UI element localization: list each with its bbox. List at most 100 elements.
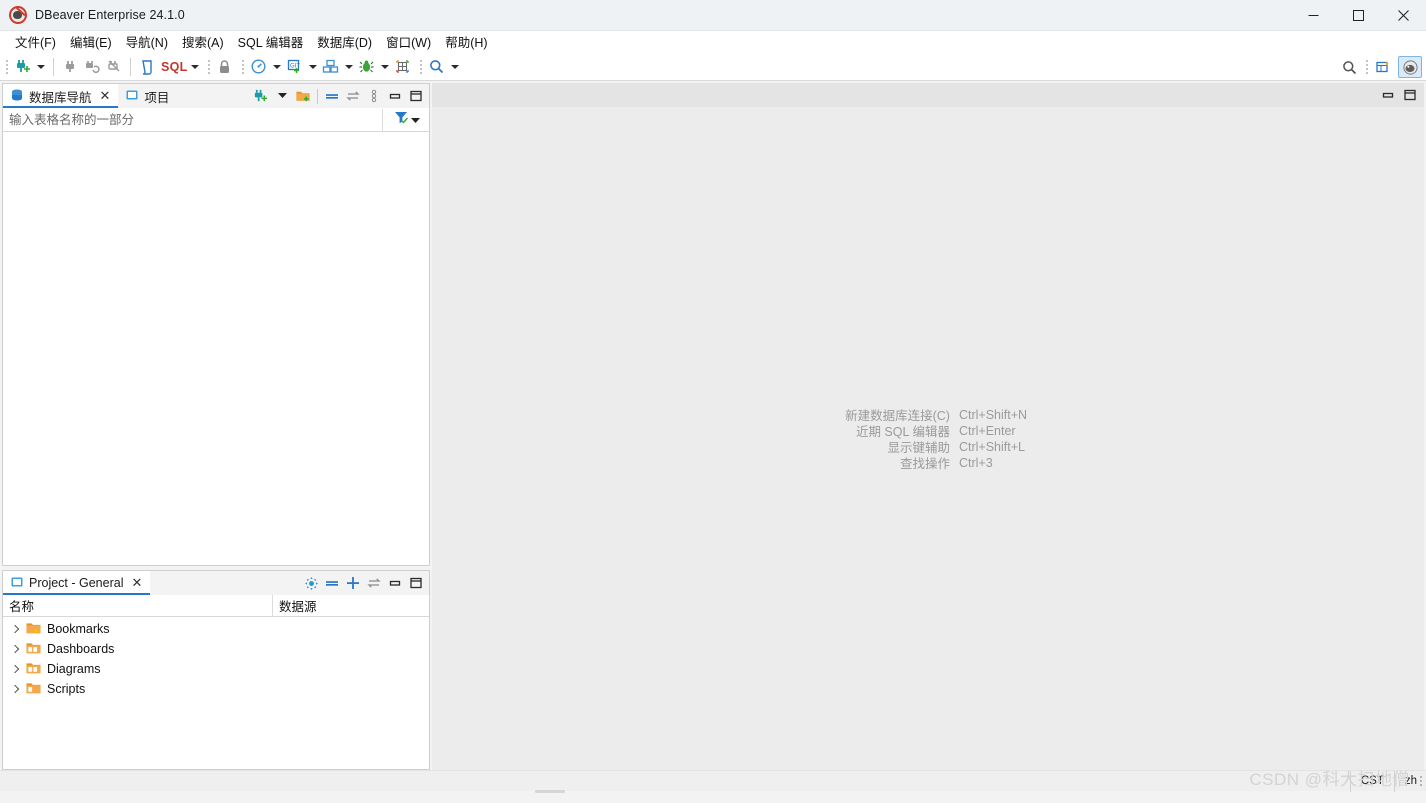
sql-editor-dropdown-icon[interactable] xyxy=(188,55,202,79)
menu-sql-editor[interactable]: SQL 编辑器 xyxy=(231,30,311,53)
navigator-view-toolbar xyxy=(251,84,429,108)
list-item[interactable]: Scripts xyxy=(3,679,429,699)
close-icon[interactable] xyxy=(1381,0,1426,31)
folder-script-icon xyxy=(26,681,41,698)
menu-edit[interactable]: 编辑(E) xyxy=(63,30,119,53)
status-language[interactable]: zh xyxy=(1394,771,1419,792)
close-icon[interactable]: ✕ xyxy=(131,577,142,590)
collapse-all-icon[interactable] xyxy=(322,85,342,107)
new-window-icon[interactable] xyxy=(1372,55,1394,79)
sql-editor-icon[interactable] xyxy=(136,55,158,79)
git-dropdown-icon[interactable] xyxy=(306,55,320,79)
view-menu-icon[interactable] xyxy=(364,85,384,107)
link-with-editor-icon[interactable] xyxy=(364,572,384,594)
status-overflow-icon[interactable] xyxy=(1419,771,1426,792)
navigator-filter-row xyxy=(3,108,429,132)
toolbar-separator xyxy=(317,89,318,104)
title-bar: DBeaver Enterprise 24.1.0 xyxy=(0,0,1426,31)
new-connection-icon[interactable] xyxy=(251,85,271,107)
new-folder-icon[interactable] xyxy=(293,85,313,107)
folder-diagram-icon xyxy=(26,661,41,678)
status-bar: CST zh CSDN @科大扫地僧 xyxy=(0,770,1426,791)
project-table-header: 名称 数据源 xyxy=(3,595,429,617)
toolbar-grip-5[interactable] xyxy=(1364,59,1370,75)
tab-projects[interactable]: 项目 xyxy=(118,84,177,108)
close-icon[interactable]: ✕ xyxy=(100,90,111,103)
expand-all-icon[interactable] xyxy=(343,572,363,594)
tab-project-general[interactable]: Project - General ✕ xyxy=(3,571,150,595)
search-input[interactable] xyxy=(3,109,383,131)
menu-navigate[interactable]: 导航(N) xyxy=(119,30,175,53)
shortcut-key: Ctrl+3 xyxy=(959,456,993,470)
menu-file[interactable]: 文件(F) xyxy=(8,30,63,53)
toolbar-grip[interactable] xyxy=(4,59,10,75)
new-connection-icon[interactable] xyxy=(12,55,34,79)
transaction-mode-dropdown-icon[interactable] xyxy=(270,55,284,79)
collapse-all-icon[interactable] xyxy=(322,572,342,594)
data-transfer-icon[interactable] xyxy=(392,55,414,79)
chevron-right-icon[interactable] xyxy=(11,645,20,654)
chevron-right-icon[interactable] xyxy=(11,625,20,634)
chevron-right-icon[interactable] xyxy=(11,685,20,694)
toolbar-grip-4[interactable] xyxy=(418,59,424,75)
sql-label: SQL xyxy=(161,60,188,74)
horizontal-scrollbar[interactable] xyxy=(535,790,565,793)
debug-dropdown-icon[interactable] xyxy=(378,55,392,79)
commit-lock-icon xyxy=(214,55,236,79)
maximize-icon[interactable] xyxy=(1336,0,1381,31)
tab-projects-label: 项目 xyxy=(144,87,169,106)
debug-icon[interactable] xyxy=(356,55,378,79)
maximize-icon[interactable] xyxy=(1400,84,1420,106)
user-avatar-button[interactable] xyxy=(1398,56,1422,78)
dbeaver-window: DBeaver Enterprise 24.1.0 文件(F) 编辑(E) 导航… xyxy=(0,0,1426,803)
tab-database-navigator[interactable]: 数据库导航 ✕ xyxy=(3,84,118,108)
filter-actions xyxy=(383,108,429,132)
global-search-icon[interactable] xyxy=(1338,55,1360,79)
toolbar-separator xyxy=(53,58,54,76)
toolbar-grip-2[interactable] xyxy=(206,59,212,75)
menu-window[interactable]: 窗口(W) xyxy=(379,30,438,53)
minimize-icon[interactable] xyxy=(1291,0,1336,31)
empty-editor-canvas: 新建数据库连接(C) Ctrl+Shift+N 近期 SQL 编辑器 Ctrl+… xyxy=(432,107,1424,770)
link-with-editor-icon[interactable] xyxy=(343,85,363,107)
list-item[interactable]: Diagrams xyxy=(3,659,429,679)
database-tasks-dropdown-icon[interactable] xyxy=(342,55,356,79)
git-icon[interactable]: GIT xyxy=(284,55,306,79)
column-name[interactable]: 名称 xyxy=(3,595,273,617)
menu-search[interactable]: 搜索(A) xyxy=(175,30,231,53)
maximize-icon[interactable] xyxy=(406,572,426,594)
minimize-icon[interactable] xyxy=(385,572,405,594)
list-item[interactable]: Dashboards xyxy=(3,639,429,659)
project-view-toolbar xyxy=(301,571,429,595)
configure-columns-icon[interactable] xyxy=(301,572,321,594)
shortcut-key: Ctrl+Enter xyxy=(959,424,1016,438)
minimize-icon[interactable] xyxy=(385,85,405,107)
project-tree[interactable]: Bookmarks Dashboards xyxy=(3,617,429,769)
minimize-icon[interactable] xyxy=(1378,84,1398,106)
maximize-icon[interactable] xyxy=(406,85,426,107)
new-connection-dropdown-icon[interactable] xyxy=(34,55,48,79)
project-tab-bar: Project - General ✕ xyxy=(3,571,429,595)
menu-database[interactable]: 数据库(D) xyxy=(310,30,379,53)
projects-icon xyxy=(125,88,139,105)
search-dropdown-icon[interactable] xyxy=(448,55,462,79)
menu-help[interactable]: 帮助(H) xyxy=(438,30,494,53)
shortcut-find-actions: 查找操作 Ctrl+3 xyxy=(829,455,1027,471)
chevron-right-icon[interactable] xyxy=(11,665,20,674)
database-navigator-tree[interactable] xyxy=(3,132,429,565)
database-tasks-icon[interactable] xyxy=(320,55,342,79)
column-datasource[interactable]: 数据源 xyxy=(273,595,429,617)
list-item[interactable]: Bookmarks xyxy=(3,619,429,639)
svg-text:GIT: GIT xyxy=(290,63,300,69)
transaction-mode-icon[interactable] xyxy=(248,55,270,79)
search-icon[interactable] xyxy=(426,55,448,79)
filter-funnel-icon[interactable] xyxy=(393,109,409,130)
window-bottom-rail xyxy=(0,791,1426,803)
toolbar-grip-3[interactable] xyxy=(240,59,246,75)
status-timezone[interactable]: CST xyxy=(1350,771,1394,792)
chevron-down-icon[interactable] xyxy=(411,111,420,129)
database-navigator-icon xyxy=(10,88,24,105)
toolbar-separator-2 xyxy=(130,58,131,76)
new-connection-dropdown-icon[interactable] xyxy=(272,85,292,107)
reconnect-icon xyxy=(81,55,103,79)
